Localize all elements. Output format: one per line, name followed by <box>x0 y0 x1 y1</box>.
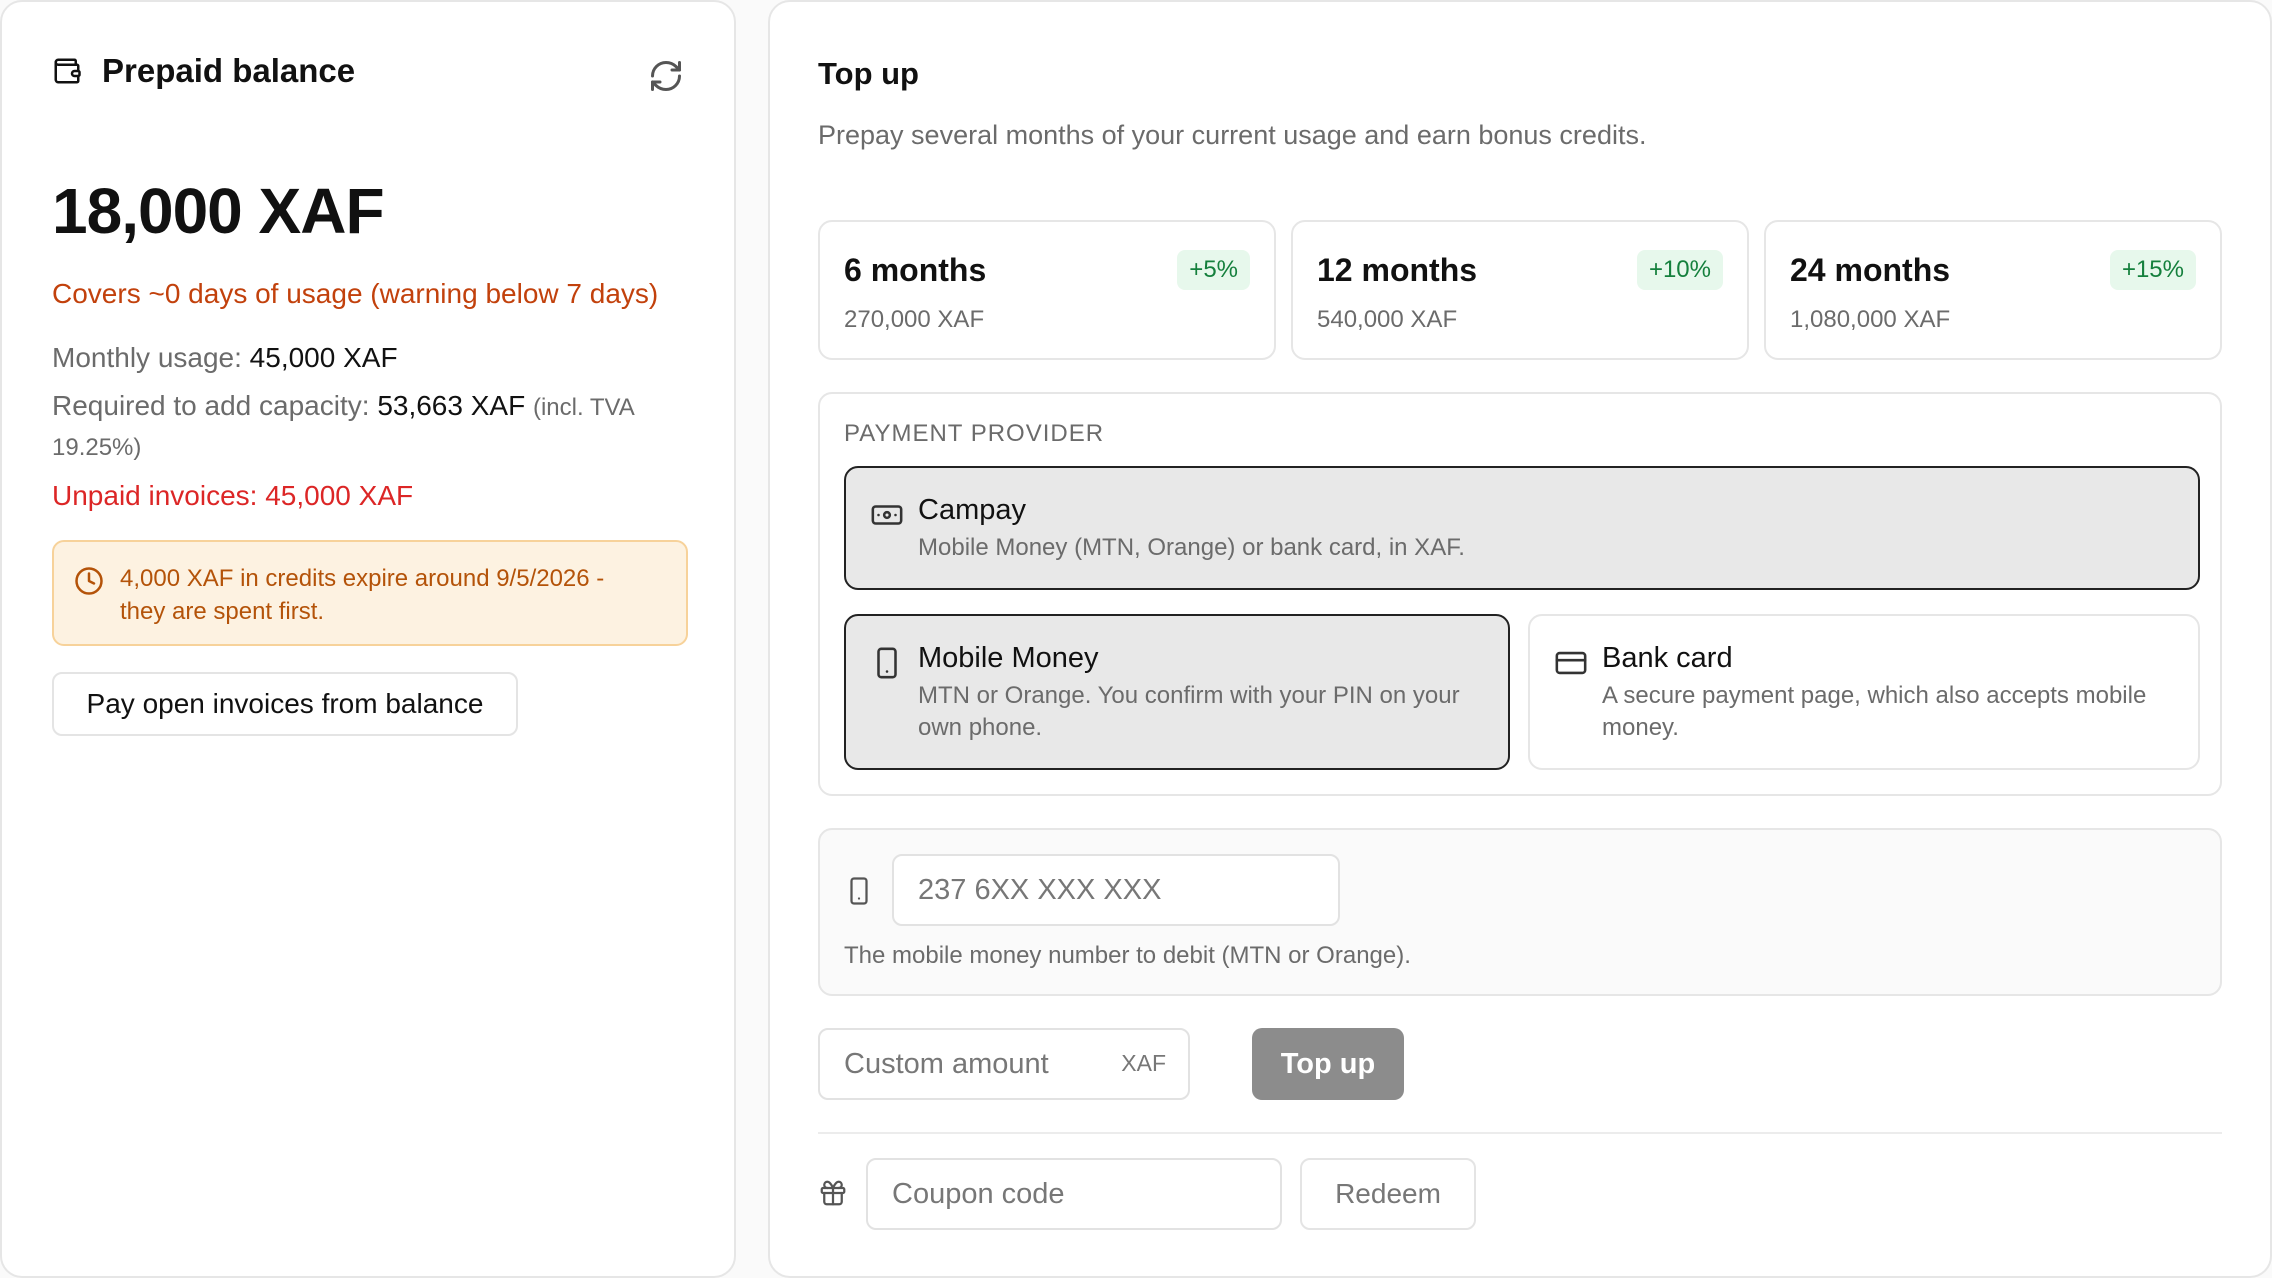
monthly-usage: Monthly usage: 45,000 XAF <box>52 342 398 374</box>
refresh-icon[interactable] <box>648 58 684 94</box>
provider-label: PAYMENT PROVIDER <box>844 420 1105 447</box>
notice-line: 4,000 XAF in credits expire around 9/5/2… <box>120 565 605 592</box>
required-label: Required to add capacity: <box>52 390 370 421</box>
balance-title: Prepaid balance <box>102 52 356 89</box>
gift-icon <box>820 1180 846 1206</box>
provider-desc-line: own phone. <box>918 714 1043 741</box>
plan-price: 540,000 XAF <box>1317 306 1458 333</box>
balance-amount: 18,000 XAF <box>52 175 385 247</box>
clock-icon <box>75 567 103 595</box>
plan-name: 12 months <box>1317 252 1478 288</box>
payment-provider-section: PAYMENT PROVIDER Campay Mobile Money (MT… <box>818 392 2222 796</box>
provider-name: Campay <box>918 494 1026 526</box>
top-up-button[interactable]: Top up <box>1252 1028 1404 1100</box>
bonus-badge: +5% <box>1177 250 1250 290</box>
topup-subtitle: Prepay several months of your current us… <box>818 120 1647 150</box>
provider-desc-line: A secure payment page, which also accept… <box>1602 682 2147 709</box>
provider-mobile-money[interactable]: Mobile Money MTN or Orange. You confirm … <box>844 614 1510 770</box>
plan-price: 270,000 XAF <box>844 306 985 333</box>
plan-name: 6 months <box>844 252 987 288</box>
monthly-usage-value: 45,000 XAF <box>249 342 398 373</box>
required-value: 53,663 XAF <box>377 390 526 421</box>
credit-card-icon <box>1555 651 1587 675</box>
phone-icon <box>877 647 897 679</box>
phone-help-text: The mobile money number to debit (MTN or… <box>844 942 1411 969</box>
provider-desc-line: money. <box>1602 714 1679 741</box>
plan-name: 24 months <box>1790 252 1951 288</box>
plan-12-months[interactable]: 12 months 540,000 XAF +10% <box>1291 220 1749 360</box>
phone-icon <box>850 877 868 905</box>
required-note-cont: 19.25%) <box>52 434 142 461</box>
provider-name: Mobile Money <box>918 642 1099 674</box>
notice-line: they are spent first. <box>120 598 325 625</box>
plan-price: 1,080,000 XAF <box>1790 306 1951 333</box>
required-capacity: Required to add capacity: 53,663 XAF (in… <box>52 390 635 422</box>
provider-desc-line: MTN or Orange. You confirm with your PIN… <box>918 682 1460 709</box>
wallet-icon <box>54 58 81 84</box>
monthly-usage-label: Monthly usage: <box>52 342 242 373</box>
bonus-badge: +10% <box>1636 250 1723 290</box>
provider-desc: Mobile Money (MTN, Orange) or bank card,… <box>918 534 1465 561</box>
topup-title: Top up <box>818 56 919 91</box>
notice-text: 4,000 XAF in credits expire around 9/5/2… <box>120 562 604 628</box>
credits-expiry-notice: 4,000 XAF in credits expire around 9/5/2… <box>52 540 688 646</box>
pay-invoices-button[interactable]: Pay open invoices from balance <box>52 672 518 736</box>
plan-24-months[interactable]: 24 months 1,080,000 XAF +15% <box>1764 220 2222 360</box>
provider-bank-card[interactable]: Bank card A secure payment page, which a… <box>1528 614 2200 770</box>
prepaid-balance-card: Prepaid balance 18,000 XAF Covers ~0 day… <box>0 0 736 1278</box>
coverage-warning: Covers ~0 days of usage (warning below 7… <box>52 278 659 309</box>
plan-6-months[interactable]: 6 months 270,000 XAF +5% <box>818 220 1276 360</box>
balance-header: Prepaid balance <box>52 52 355 90</box>
cash-icon <box>871 505 903 525</box>
provider-campay[interactable]: Campay Mobile Money (MTN, Orange) or ban… <box>844 466 2200 590</box>
required-note: (incl. TVA <box>532 394 635 421</box>
unpaid-invoices: Unpaid invoices: 45,000 XAF <box>52 480 414 511</box>
mobile-number-section: The mobile money number to debit (MTN or… <box>818 828 2222 996</box>
bonus-badge: +15% <box>2109 250 2196 290</box>
divider <box>818 1132 2222 1134</box>
provider-desc: MTN or Orange. You confirm with your PIN… <box>918 680 1460 744</box>
redeem-button[interactable]: Redeem <box>1300 1158 1476 1230</box>
phone-number-input[interactable] <box>892 854 1340 926</box>
currency-suffix: XAF <box>1121 1050 1166 1076</box>
provider-name: Bank card <box>1602 642 1733 674</box>
topup-card: Top up Prepay several months of your cur… <box>768 0 2272 1278</box>
coupon-code-input[interactable] <box>866 1158 1282 1230</box>
provider-desc: A secure payment page, which also accept… <box>1602 680 2146 744</box>
